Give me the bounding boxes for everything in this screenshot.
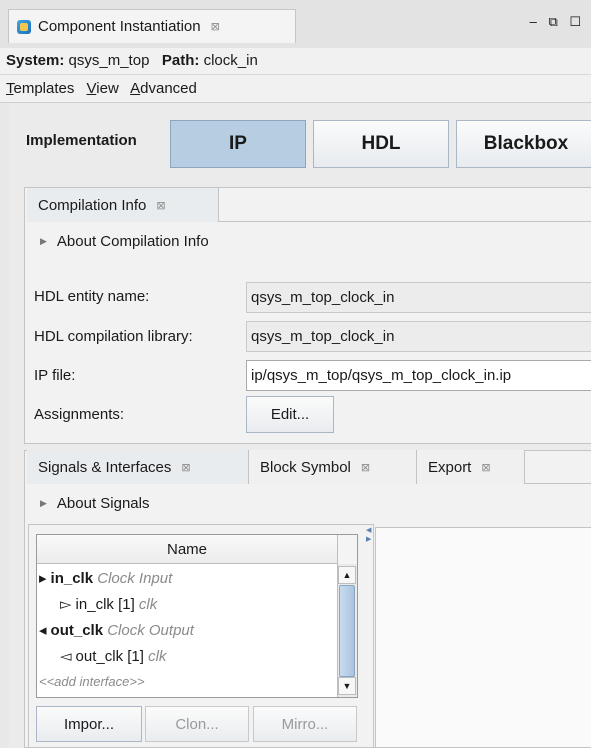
implementation-label: Implementation: [26, 132, 137, 149]
tab-block-symbol[interactable]: Block Symbol ⊠: [249, 450, 417, 484]
interface-details-pane: [375, 527, 591, 748]
clock-output-icon: ◂: [39, 622, 47, 639]
header-corner: [337, 535, 357, 564]
menu-view[interactable]: View: [87, 80, 119, 97]
assignments-label: Assignments:: [34, 406, 125, 423]
menu-advanced[interactable]: Advanced: [130, 80, 197, 97]
name-column-header[interactable]: Name: [37, 535, 337, 564]
tab-title: Component Instantiation: [38, 18, 201, 35]
ip-file-label: IP file:: [34, 367, 76, 384]
entity-name-field[interactable]: qsys_m_top_clock_in: [246, 282, 591, 313]
import-button[interactable]: Impor...: [36, 706, 142, 742]
path-value: clock_in: [203, 52, 258, 69]
menu-templates[interactable]: Templates: [6, 80, 74, 97]
ip-button[interactable]: IP: [170, 120, 306, 168]
pane-splitter-handle[interactable]: ◀ ▶: [366, 526, 374, 566]
edit-assignments-button[interactable]: Edit...: [246, 396, 334, 433]
scroll-up-icon[interactable]: ▲: [338, 566, 356, 584]
export-tab-label: Export: [428, 458, 472, 476]
divider: [219, 221, 591, 222]
scroll-down-icon[interactable]: ▼: [338, 677, 356, 695]
close-tab-icon[interactable]: ⊠: [211, 20, 220, 33]
tree-row-out-clk-signal[interactable]: ◅ out_clk [1] clk: [60, 644, 166, 670]
system-path-line: System: qsys_m_top Path: clock_in: [0, 48, 591, 75]
about-signals-label: About Signals: [56, 495, 150, 512]
about-signals-toggle[interactable]: ▶ About Signals: [40, 495, 150, 512]
scrollbar-thumb[interactable]: [339, 585, 355, 677]
close-tab-icon[interactable]: ⊠: [361, 461, 370, 474]
path-label: Path:: [161, 52, 200, 69]
tab-export[interactable]: Export ⊠: [417, 450, 525, 484]
tree-row-in-clk-signal[interactable]: ▻ in_clk [1] clk: [60, 592, 157, 618]
signal-out-icon: ◅: [60, 648, 72, 665]
block-symbol-tab-label: Block Symbol: [260, 458, 351, 476]
clone-button[interactable]: Clon...: [145, 706, 249, 742]
clock-input-icon: ▸: [39, 570, 47, 587]
component-icon: [17, 19, 31, 34]
minimize-maximize-icons[interactable]: ‒ ⧉ ☐: [530, 14, 585, 29]
window-controls[interactable]: ‒ ⧉ ☐: [530, 14, 585, 30]
hdl-button[interactable]: HDL: [313, 120, 449, 168]
compilation-library-field[interactable]: qsys_m_top_clock_in: [246, 321, 591, 352]
ip-file-field[interactable]: ip/qsys_m_top/qsys_m_top_clock_in.ip: [246, 360, 591, 391]
add-interface-row[interactable]: <<add interface>>: [39, 671, 145, 693]
about-compilation-toggle[interactable]: ▶ About Compilation Info: [40, 233, 209, 250]
tab-compilation-info[interactable]: Compilation Info ⊠: [27, 188, 219, 222]
mirror-button[interactable]: Mirro...: [253, 706, 357, 742]
about-compilation-label: About Compilation Info: [56, 233, 209, 250]
component-instantiation-tab[interactable]: Component Instantiation ⊠: [8, 9, 296, 43]
system-label: System:: [6, 52, 65, 69]
compilation-library-label: HDL compilation library:: [34, 328, 193, 345]
signals-tab-label: Signals & Interfaces: [38, 458, 172, 476]
tree-row-out-clk[interactable]: ◂ out_clk Clock Output: [39, 618, 194, 644]
close-tab-icon[interactable]: ⊠: [156, 199, 165, 212]
expand-triangle-icon: ▶: [40, 236, 47, 246]
signal-in-icon: ▻: [60, 596, 72, 613]
tree-row-in-clk[interactable]: ▸ in_clk Clock Input: [39, 566, 172, 592]
blackbox-button[interactable]: Blackbox: [456, 120, 591, 168]
close-tab-icon[interactable]: ⊠: [481, 461, 490, 474]
close-tab-icon[interactable]: ⊠: [181, 461, 190, 474]
system-value: qsys_m_top: [68, 52, 150, 69]
compilation-tab-label: Compilation Info: [38, 196, 147, 214]
expand-triangle-icon: ▶: [40, 498, 47, 508]
menu-bar: Templates View Advanced: [0, 75, 591, 103]
entity-name-label: HDL entity name:: [34, 288, 150, 305]
tab-signals-interfaces[interactable]: Signals & Interfaces ⊠: [27, 450, 249, 484]
